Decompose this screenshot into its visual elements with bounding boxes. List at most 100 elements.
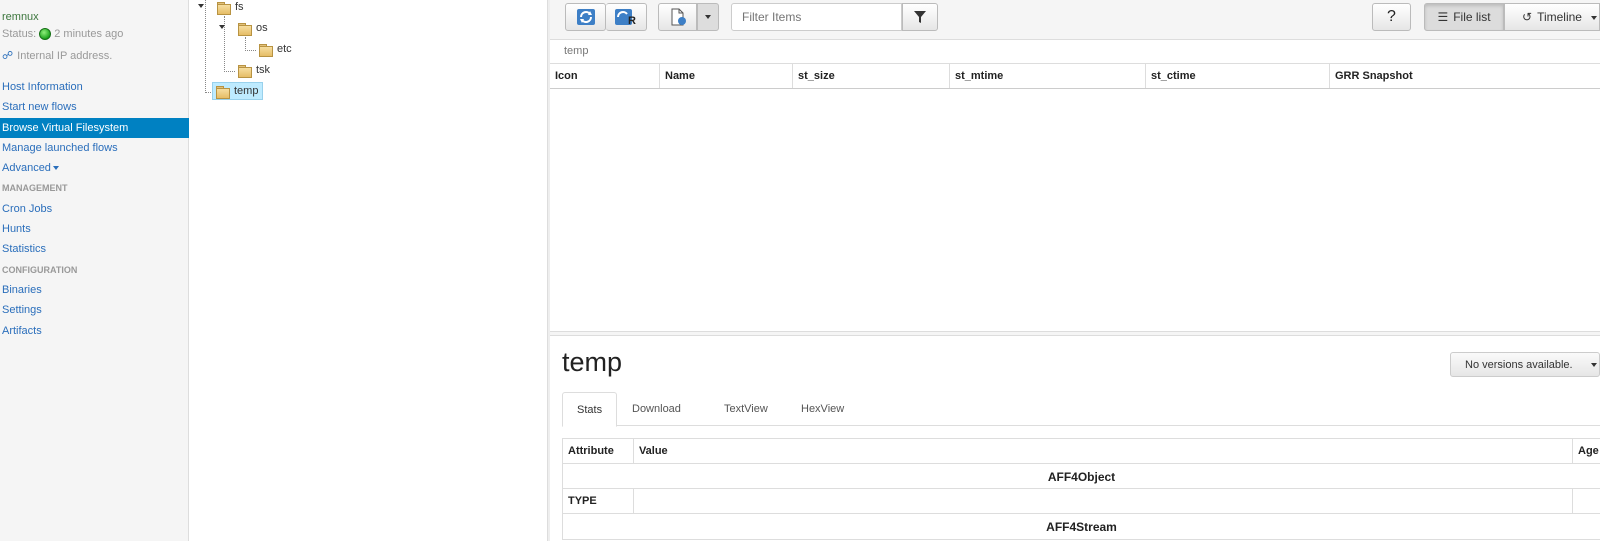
main-panel: R ? ☰ File list	[550, 0, 1600, 541]
versions-dropdown[interactable]: No versions available.	[1450, 352, 1600, 377]
history-icon: ↺	[1522, 10, 1533, 24]
tree-connector	[224, 71, 235, 72]
folder-icon	[238, 64, 252, 78]
tree-node-os[interactable]: os	[238, 19, 268, 37]
filter-button[interactable]	[902, 3, 938, 31]
sidebar-item-host-information[interactable]: Host Information	[0, 77, 189, 97]
sidebar-item-settings[interactable]: Settings	[0, 300, 189, 320]
column-header-size[interactable]: st_size	[793, 64, 950, 88]
toolbar: R ? ☰ File list	[550, 0, 1600, 40]
caret-down-icon	[705, 15, 711, 19]
timeline-view-button[interactable]: ↺ Timeline	[1504, 3, 1600, 31]
tab-stats[interactable]: Stats	[562, 392, 618, 427]
sidebar-item-label: Cron Jobs	[2, 202, 53, 215]
refresh-icon	[576, 9, 595, 25]
ip-info: ☍ Internal IP address.	[2, 49, 113, 63]
sidebar-item-advanced[interactable]: Advanced	[0, 158, 189, 178]
tab-textview[interactable]: TextView	[710, 392, 782, 427]
app-root: remnux Status: 2 minutes ago ☍ Internal …	[0, 0, 1600, 541]
folder-icon	[238, 22, 252, 36]
tree-connector	[245, 50, 256, 51]
stats-section-row: AFF4Object	[563, 464, 1600, 489]
breadcrumb: temp	[564, 45, 589, 57]
column-header-attribute: Attribute	[563, 439, 634, 463]
folder-icon	[216, 85, 230, 99]
column-header-icon[interactable]: Icon	[550, 64, 660, 88]
attribute-value	[634, 489, 1574, 513]
tree-node-label: fs	[235, 1, 244, 13]
tab-download[interactable]: Download	[618, 392, 695, 427]
sidebar-header-label: MANAGEMENT	[2, 183, 68, 194]
file-add-icon	[671, 8, 686, 26]
caret-down-icon	[1591, 16, 1597, 20]
list-icon: ☰	[1437, 10, 1449, 24]
hostname[interactable]: remnux	[2, 11, 39, 23]
tree-node-etc[interactable]: etc	[259, 40, 292, 58]
sidebar-item-statistics[interactable]: Statistics	[0, 239, 189, 259]
recursive-refresh-button[interactable]: R	[606, 3, 647, 31]
sidebar-item-binaries[interactable]: Binaries	[0, 280, 189, 300]
ip-text: Internal IP address.	[17, 49, 113, 62]
expand-toggle-icon[interactable]	[219, 25, 225, 29]
stats-table: Attribute Value Age AFF4Object TYPE AFF4…	[562, 438, 1600, 540]
svg-text:R: R	[628, 15, 636, 26]
file-list-label: File list	[1453, 10, 1491, 24]
detail-tabs: Stats Download TextView HexView	[562, 392, 1600, 427]
sidebar-item-label: Start new flows	[2, 101, 77, 114]
status-online-icon	[39, 28, 52, 40]
tab-hexview[interactable]: HexView	[787, 392, 858, 427]
column-header-mtime[interactable]: st_mtime	[950, 64, 1146, 88]
network-icon: ☍	[2, 50, 14, 62]
column-header-value: Value	[634, 439, 1574, 463]
file-tree: fs os etc tsk temp	[190, 0, 548, 541]
filter-input[interactable]	[731, 3, 902, 31]
tree-node-fs[interactable]: fs	[217, 0, 244, 16]
help-button[interactable]: ?	[1372, 3, 1411, 31]
status-time: 2 minutes ago	[54, 28, 124, 40]
sidebar-item-label: Statistics	[2, 243, 47, 256]
sidebar-item-label: Settings	[2, 304, 42, 317]
caret-down-icon	[52, 166, 59, 171]
page-title: temp	[562, 347, 623, 377]
section-label: AFF4Stream	[1046, 520, 1117, 534]
recursive-refresh-icon: R	[615, 9, 636, 26]
sidebar-item-label: Host Information	[2, 81, 83, 93]
column-header-age: Age	[1578, 445, 1599, 457]
sidebar-item-artifacts[interactable]: Artifacts	[0, 321, 189, 341]
column-header-name[interactable]: Name	[660, 64, 793, 88]
file-table-header: Icon Name st_size st_mtime st_ctime GRR …	[550, 64, 1600, 88]
column-header-snapshot[interactable]: GRR Snapshot	[1330, 64, 1600, 88]
help-icon: ?	[1387, 8, 1396, 25]
table-row: TYPE	[563, 489, 1600, 514]
sidebar-item-label: Browse Virtual Filesystem	[2, 121, 129, 134]
column-header-ctime[interactable]: st_ctime	[1146, 64, 1330, 88]
section-label: AFF4Object	[1047, 470, 1116, 484]
sidebar-item-label: Manage launched flows	[2, 141, 118, 154]
folder-icon	[259, 43, 273, 57]
sidebar-item-hunts[interactable]: Hunts	[0, 219, 189, 239]
sidebar-menu: Host Information Start new flows Browse …	[0, 77, 189, 341]
tree-node-label: temp	[234, 85, 259, 97]
expand-toggle-icon[interactable]	[198, 4, 204, 8]
file-list-view-button[interactable]: ☰ File list	[1424, 3, 1504, 31]
new-file-dropdown[interactable]	[697, 3, 719, 31]
sidebar-item-start-new-flows[interactable]: Start new flows	[0, 97, 189, 117]
sidebar-item-label: Hunts	[2, 223, 31, 236]
new-file-button[interactable]	[658, 3, 697, 31]
versions-label: No versions available.	[1465, 358, 1573, 371]
sidebar-item-browse-virtual-filesystem[interactable]: Browse Virtual Filesystem	[0, 117, 189, 138]
attribute-age	[1573, 489, 1600, 513]
tree-node-temp[interactable]: temp	[212, 82, 264, 100]
refresh-button[interactable]	[565, 3, 606, 31]
stats-header-row: Attribute Value Age	[563, 439, 1600, 464]
tree-connector	[245, 37, 246, 51]
timeline-label: Timeline	[1537, 10, 1582, 24]
sidebar-header-configuration: CONFIGURATION	[0, 260, 189, 280]
sidebar-item-cron-jobs[interactable]: Cron Jobs	[0, 199, 189, 219]
sidebar-item-manage-launched-flows[interactable]: Manage launched flows	[0, 138, 189, 158]
tree-node-label: etc	[277, 43, 292, 55]
filter-icon	[914, 11, 926, 23]
horizontal-splitter[interactable]	[550, 331, 1600, 336]
stats-section-row: AFF4Stream	[563, 514, 1600, 539]
tree-node-tsk[interactable]: tsk	[238, 61, 270, 79]
